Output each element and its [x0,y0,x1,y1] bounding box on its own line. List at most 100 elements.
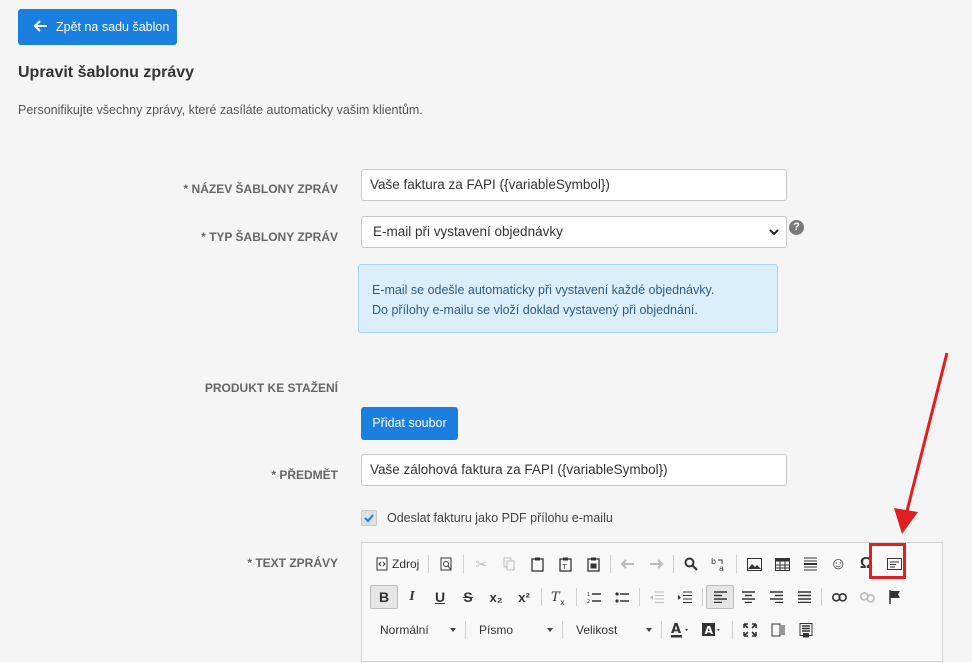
remove-format-icon[interactable]: Tx [545,585,573,609]
justify-icon[interactable] [790,585,818,609]
maximize-icon[interactable] [736,618,764,642]
page-title: Upravit šablonu zprávy [18,64,195,81]
template-type-label: * TYP ŠABLONY ZPRÁV [201,230,338,244]
separator [576,588,577,606]
subject-input[interactable]: Vaše zálohová faktura za FAPI ({variable… [361,454,787,486]
align-left-icon[interactable] [706,585,734,609]
editor-toolbar-row-2: B I U S x₂ x² Tx 12 [370,584,909,610]
separator [465,621,466,639]
indent-icon[interactable] [671,585,699,609]
text-color-icon[interactable]: A [665,618,697,642]
align-right-icon[interactable] [762,585,790,609]
info-alert: E-mail se odešle automaticky při vystave… [358,264,778,333]
separator [541,588,542,606]
paste-icon[interactable] [523,552,551,576]
subscript-button[interactable]: x₂ [482,585,510,609]
back-to-templates-button[interactable]: Zpět na sadu šablon [18,9,177,45]
source-label: Zdroj [392,557,420,571]
annotation-arrow-icon [894,352,949,534]
chevron-down-icon [646,628,652,632]
separator [428,555,430,573]
image-icon[interactable] [740,552,768,576]
info-line-2: Do přílohy e-mailu se vloží doklad vysta… [372,303,698,317]
paste-text-icon[interactable]: T [551,552,579,576]
separator [610,555,612,573]
separator [736,555,738,573]
copy-icon[interactable] [495,552,523,576]
background-color-icon[interactable]: A [697,618,729,642]
separator [661,621,662,639]
add-file-button[interactable]: Přidat soubor [361,407,458,440]
template-name-input[interactable]: Vaše faktura za FAPI ({variableSymbol}) [361,169,787,201]
back-button-label: Zpět na sadu šablon [56,20,170,34]
unlink-icon[interactable] [853,585,881,609]
preview-icon[interactable] [432,552,460,576]
separator [702,588,703,606]
source-icon [376,557,388,571]
separator [639,588,640,606]
download-product-label: PRODUKT KE STAŽENÍ [204,381,338,395]
separator [821,588,822,606]
strikethrough-button[interactable]: S [454,585,482,609]
undo-icon[interactable] [614,552,642,576]
align-center-icon[interactable] [734,585,762,609]
font-combo-value: Písmo [479,623,514,637]
format-combo[interactable]: Normální [370,618,462,642]
page-subtitle: Personifikujte všechny zprávy, které zas… [18,103,423,117]
cut-icon[interactable]: ✂ [467,552,495,576]
paste-word-icon[interactable] [579,552,607,576]
template-type-select[interactable]: E-mail při vystavení objednávky [361,216,787,248]
bulleted-list-icon[interactable] [608,585,636,609]
anchor-flag-icon[interactable] [881,585,909,609]
template-name-label: * NÁZEV ŠABLONY ZPRÁV [183,182,338,196]
svg-text:T: T [561,563,567,571]
size-combo-value: Velikost [576,623,618,637]
separator [673,555,675,573]
chevron-down-icon [450,628,456,632]
italic-button[interactable]: I [398,585,426,609]
svg-text:A: A [671,622,681,637]
separator [562,621,563,639]
outdent-icon[interactable] [643,585,671,609]
svg-text:2: 2 [587,599,590,604]
table-icon[interactable] [768,552,796,576]
horizontal-line-icon[interactable] [796,552,824,576]
separator [463,555,465,573]
checkmark-icon [364,514,374,523]
subject-label: * PŘEDMĚT [271,468,338,482]
find-icon[interactable] [677,552,705,576]
replace-icon[interactable]: ba [705,552,733,576]
numbered-list-icon[interactable]: 12 [580,585,608,609]
redo-icon[interactable] [642,552,670,576]
chevron-down-icon [547,628,553,632]
templates-icon[interactable] [792,618,820,642]
svg-text:b: b [711,557,716,566]
superscript-button[interactable]: x² [510,585,538,609]
attach-pdf-row[interactable]: Odeslat fakturu jako PDF přílohu e-mailu [361,510,613,526]
editor-toolbar-row-1: Zdroj ✂ T ba ☺ Ω [370,551,908,577]
rich-text-editor: Zdroj ✂ T ba ☺ Ω B I U S x₂ x² Tx 12 Nor… [361,542,943,662]
underline-button[interactable]: U [426,585,454,609]
separator [732,621,733,639]
attach-pdf-checkbox[interactable] [361,510,377,526]
help-icon[interactable]: ? [789,220,804,235]
link-icon[interactable] [825,585,853,609]
bold-button[interactable]: B [370,585,398,609]
editor-toolbar-row-3: Normální Písmo Velikost A A [370,617,820,643]
highlight-annotation-box [869,543,906,579]
arrow-left-icon [33,19,48,35]
size-combo[interactable]: Velikost [566,618,658,642]
source-button[interactable]: Zdroj [370,552,425,576]
svg-text:a: a [719,564,724,572]
attach-pdf-label: Odeslat fakturu jako PDF přílohu e-mailu [387,511,613,525]
svg-text:A: A [705,624,714,637]
chevron-down-icon [769,229,779,236]
font-combo[interactable]: Písmo [469,618,559,642]
smiley-icon[interactable]: ☺ [824,552,852,576]
message-body-label: * TEXT ZPRÁVY [247,556,338,570]
svg-text:1: 1 [587,592,590,598]
show-blocks-icon[interactable] [764,618,792,642]
info-line-1: E-mail se odešle automaticky při vystave… [372,283,715,297]
format-combo-value: Normální [380,623,429,637]
svg-text:x: x [560,598,565,605]
